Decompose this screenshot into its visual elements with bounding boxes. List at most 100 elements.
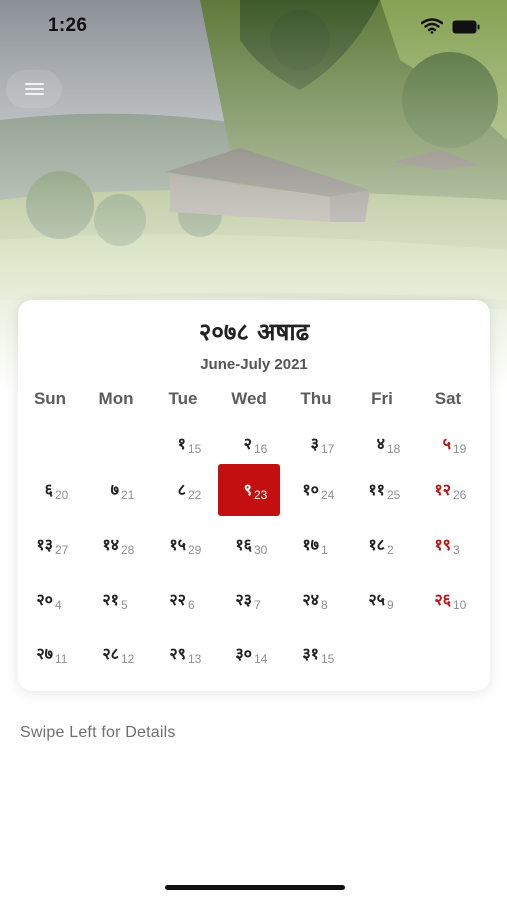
calendar-day[interactable]: १८ 2 [351, 519, 413, 571]
nepali-date: २८ [102, 644, 119, 663]
nepali-date: २५ [368, 590, 385, 609]
calendar-day[interactable]: ५ 19 [417, 418, 479, 470]
english-date: 19 [453, 442, 467, 456]
english-date: 18 [387, 442, 401, 456]
calendar-card: २०७८ अषाढ June-July 2021 Sun Mon Tue Wed Thu… [18, 300, 490, 691]
home-indicator [165, 885, 345, 890]
nepali-date: १९ [434, 535, 451, 554]
calendar-day[interactable]: १३ 27 [19, 519, 81, 571]
english-date: 9 [387, 598, 394, 612]
battery-icon [452, 20, 480, 34]
calendar-day[interactable]: २८ 12 [85, 628, 147, 680]
nepali-date: १४ [102, 535, 119, 554]
english-date: 15 [321, 652, 335, 666]
nepali-date: १५ [169, 535, 186, 554]
nepali-date: २० [36, 590, 53, 609]
calendar-day[interactable]: १५ 29 [152, 519, 214, 571]
calendar-day[interactable]: २५ 9 [351, 574, 413, 626]
english-date: 4 [55, 598, 62, 612]
english-date: 11 [55, 652, 68, 666]
nepali-date: २२ [169, 590, 186, 609]
english-date: 26 [453, 488, 467, 502]
nepali-date: ११ [368, 480, 385, 499]
nepali-date: १३ [36, 535, 53, 554]
weekday-fri: Fri [371, 389, 393, 408]
english-date: 27 [55, 543, 69, 557]
calendar-title: २०७८ अषाढ [198, 318, 310, 346]
calendar-day[interactable]: १९ 3 [417, 519, 479, 571]
nepali-date: ३ [310, 434, 319, 453]
nepali-date: ३० [235, 644, 252, 663]
nepali-date: ४ [376, 434, 385, 453]
english-date: 23 [254, 488, 268, 502]
calendar-day[interactable]: १० 24 [285, 464, 347, 516]
calendar-day[interactable]: २९ 13 [152, 628, 214, 680]
english-date: 7 [254, 598, 261, 612]
weekday-header: Sun Mon Tue Wed Thu Fri Sat [18, 389, 490, 409]
calendar-day[interactable]: ६ 20 [19, 464, 81, 516]
english-date: 29 [188, 543, 202, 557]
english-date: 1 [321, 543, 328, 557]
nepali-date: २१ [102, 590, 119, 609]
english-date: 30 [254, 543, 268, 557]
wifi-icon [421, 18, 443, 34]
calendar-day[interactable]: १ 15 [152, 418, 214, 470]
nepali-date: ५ [442, 434, 451, 453]
calendar-day[interactable]: ८ 22 [152, 464, 214, 516]
calendar-day[interactable]: १२ 26 [417, 464, 479, 516]
english-date: 21 [121, 488, 135, 502]
nepali-date: १८ [368, 535, 385, 554]
calendar-day[interactable]: २२ 6 [152, 574, 214, 626]
calendar-day[interactable]: १४ 28 [85, 519, 147, 571]
nepali-date: १० [302, 480, 319, 499]
english-date: 12 [121, 652, 135, 666]
calendar-day[interactable]: २४ 8 [285, 574, 347, 626]
nepali-date: २४ [302, 590, 319, 609]
english-date: 6 [188, 598, 195, 612]
english-date: 3 [453, 543, 460, 557]
nepali-date: १ [177, 434, 186, 453]
nepali-date: २६ [434, 590, 451, 609]
nepali-date: २३ [235, 590, 252, 609]
calendar-day[interactable]: ३१ 15 [285, 628, 347, 680]
english-date: 25 [387, 488, 401, 502]
calendar-day[interactable]: १७ 1 [285, 519, 347, 571]
status-bar: 1:26 [0, 0, 507, 52]
calendar-day[interactable]: २० 4 [19, 574, 81, 626]
calendar-day[interactable]: ४ 18 [351, 418, 413, 470]
weekday-wed: Wed [231, 389, 267, 408]
english-date: 24 [321, 488, 335, 502]
nepali-date: ९ [243, 480, 252, 499]
weekday-sat: Sat [434, 389, 462, 408]
english-date: 5 [121, 598, 128, 612]
swipe-hint: Swipe Left for Details [20, 724, 176, 741]
calendar-day[interactable]: ११ 25 [351, 464, 413, 516]
english-date: 13 [188, 652, 202, 666]
calendar-day[interactable]: २७ 11 [19, 628, 81, 680]
nepali-date: ३१ [302, 644, 319, 663]
nepali-date: १६ [235, 535, 252, 554]
nepali-date: २७ [36, 644, 53, 663]
english-date: 28 [121, 543, 135, 557]
calendar-day[interactable]: १६ 30 [218, 519, 280, 571]
calendar-day[interactable]: ३० 14 [218, 628, 280, 680]
nepali-date: २ [243, 434, 252, 453]
calendar-day[interactable]: २३ 7 [218, 574, 280, 626]
nepali-date: ७ [110, 480, 119, 499]
status-time: 1:26 [48, 15, 88, 36]
calendar-day[interactable]: २१ 5 [85, 574, 147, 626]
english-date: 22 [188, 488, 202, 502]
calendar-day[interactable]: ९ 23 [218, 464, 280, 516]
nepali-date: १७ [302, 535, 319, 554]
english-date: 14 [254, 652, 268, 666]
weekday-sun: Sun [33, 389, 67, 408]
nepali-date: ८ [177, 480, 186, 499]
calendar-day[interactable]: ७ 21 [85, 464, 147, 516]
calendar-day[interactable]: ३ 17 [285, 418, 347, 470]
weekday-thu: Thu [300, 389, 332, 408]
english-date: 15 [188, 442, 202, 456]
calendar-day[interactable]: २ 16 [218, 418, 280, 470]
menu-button[interactable] [6, 70, 62, 108]
calendar-day[interactable]: २६ 10 [417, 574, 479, 626]
menu-icon [25, 83, 44, 85]
